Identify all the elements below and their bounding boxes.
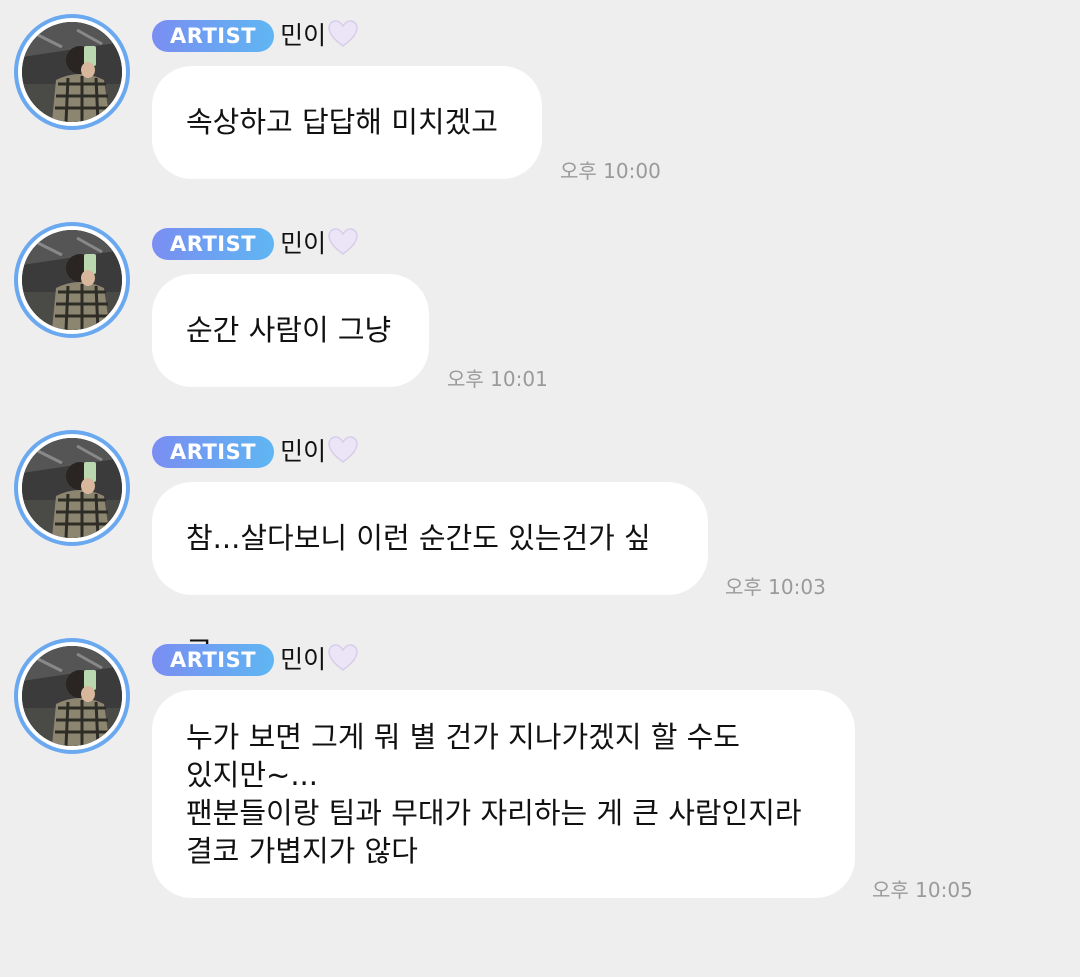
sender-name: 민이 xyxy=(280,645,327,674)
timestamp: 오후 10:00 xyxy=(560,159,661,183)
profile-photo xyxy=(22,646,122,746)
sender-row: ARTIST 민이 xyxy=(152,20,358,52)
timestamp: 오후 10:05 xyxy=(872,878,973,902)
artist-badge: ARTIST xyxy=(152,228,275,260)
avatar[interactable] xyxy=(14,430,130,546)
avatar[interactable] xyxy=(14,222,130,338)
profile-photo xyxy=(22,438,122,538)
timestamp: 오후 10:01 xyxy=(447,367,548,391)
sender-name: 민이 xyxy=(280,229,327,258)
white-heart-icon xyxy=(328,644,358,676)
white-heart-icon xyxy=(328,436,358,468)
sender-name: 민이 xyxy=(280,437,327,466)
timestamp: 오후 10:03 xyxy=(725,575,826,599)
profile-photo xyxy=(22,230,122,330)
message-bubble[interactable]: 속상하고 답답해 미치겠고 xyxy=(152,66,542,179)
sender-row: ARTIST 민이 xyxy=(152,436,358,468)
sender-name: 민이 xyxy=(280,21,327,50)
white-heart-icon xyxy=(328,228,358,260)
artist-badge: ARTIST xyxy=(152,436,275,468)
avatar[interactable] xyxy=(14,638,130,754)
avatar[interactable] xyxy=(14,14,130,130)
sender-row: ARTIST 민이 xyxy=(152,644,358,676)
message-bubble[interactable]: 누가 보면 그게 뭐 별 건가 지나가겠지 할 수도 있지만~... 팬분들이랑… xyxy=(152,690,855,898)
profile-photo xyxy=(22,22,122,122)
white-heart-icon xyxy=(328,20,358,52)
artist-badge: ARTIST xyxy=(152,644,275,676)
message-bubble[interactable]: 순간 사람이 그냥 xyxy=(152,274,429,387)
sender-row: ARTIST 민이 xyxy=(152,228,358,260)
message-bubble[interactable]: 참...살다보니 이런 순간도 있는건가 싶고 xyxy=(152,482,708,668)
artist-badge: ARTIST xyxy=(152,20,275,52)
